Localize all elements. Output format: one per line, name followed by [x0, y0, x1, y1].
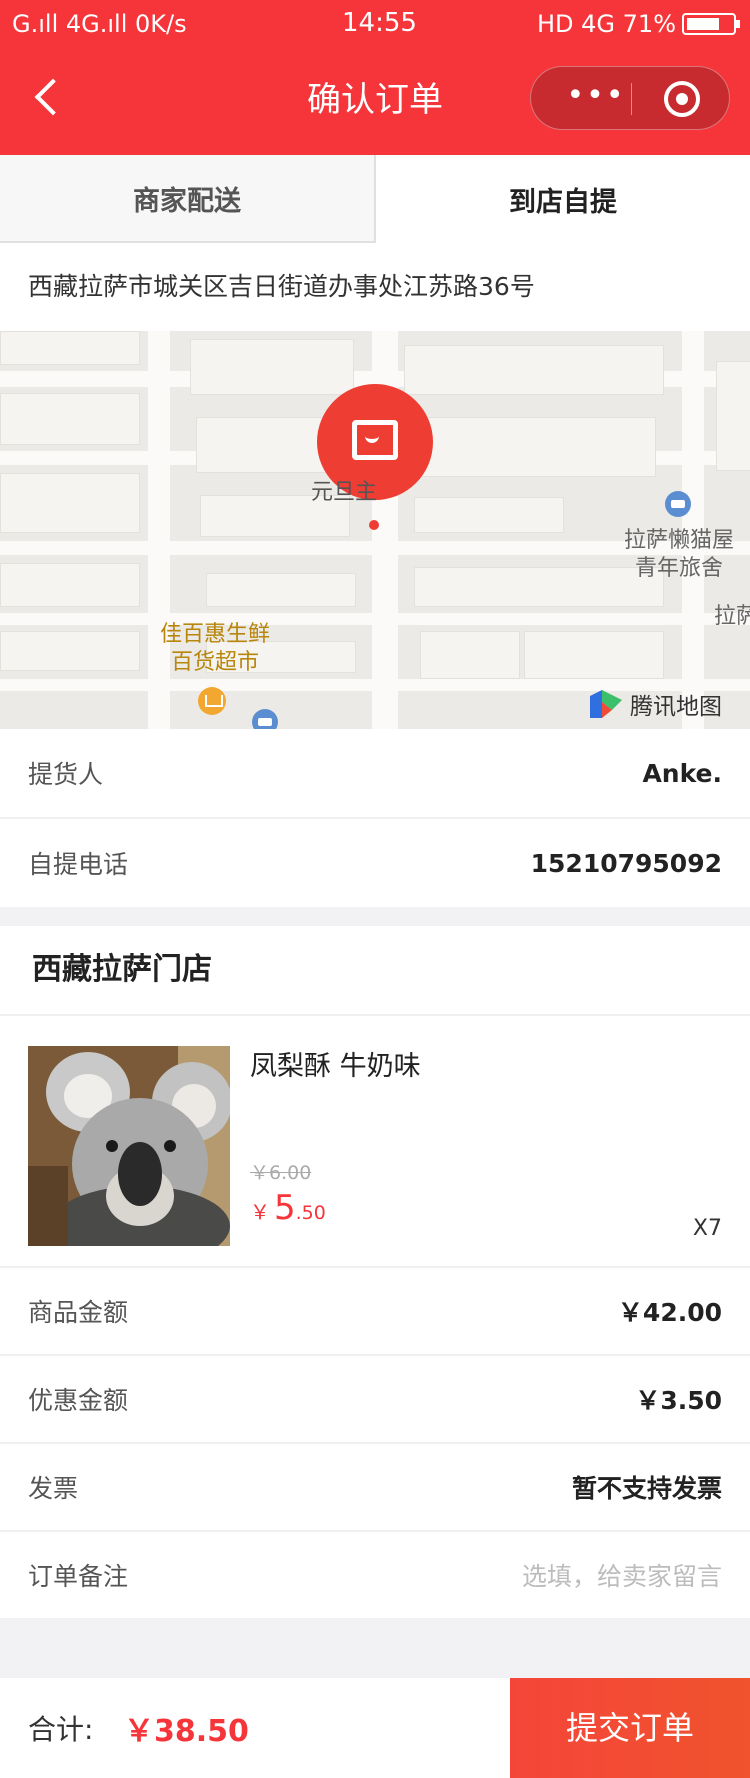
- total-label: 合计:: [28, 1713, 94, 1746]
- status-right: HD 4G 71%: [537, 10, 740, 38]
- marker-dot: [369, 520, 379, 530]
- map-block: [716, 361, 750, 471]
- product-item[interactable]: 凤梨酥 牛奶味 ￥6.00 ￥ 5.50 X7: [0, 1016, 750, 1266]
- poi-market-label: 佳百惠生鲜 百货超市: [140, 621, 290, 677]
- goods-amount-value: ￥42.00: [617, 1298, 722, 1327]
- pickup-phone-value: 15210795092: [530, 848, 722, 878]
- delivery-tabs: 商家配送 到店自提: [0, 155, 750, 243]
- goods-amount-row: 商品金额 ￥42.00: [0, 1268, 750, 1354]
- invoice-value: 暂不支持发票: [571, 1474, 722, 1503]
- discount-amount-row: 优惠金额 ￥3.50: [0, 1356, 750, 1442]
- invoice-row[interactable]: 发票 暂不支持发票: [0, 1444, 750, 1530]
- poi-hotel-line1: 拉萨懒猫屋: [623, 528, 734, 553]
- price-currency: ￥: [250, 1200, 270, 1224]
- map-block: [0, 631, 140, 671]
- map-block: [404, 345, 664, 395]
- map-block: [190, 339, 354, 395]
- price-decimal: .50: [295, 1202, 326, 1224]
- map-block: [420, 631, 520, 679]
- poi-hotel-label: 拉萨懒猫屋 青年旅舍: [604, 527, 750, 583]
- signal-status: G.ıll 4G.ıll 0K/s: [12, 10, 187, 38]
- poi-market-line2: 百货超市: [170, 650, 259, 675]
- pickup-phone-row: 自提电话 15210795092: [0, 819, 750, 907]
- discount-amount-label: 优惠金额: [28, 1386, 129, 1415]
- order-remark-row: 订单备注 选填，给卖家留言: [0, 1532, 750, 1618]
- battery-icon: [682, 13, 740, 35]
- goods-amount-label: 商品金额: [28, 1298, 129, 1327]
- product-name: 凤梨酥 牛奶味: [250, 1051, 421, 1082]
- koala-image: [28, 1046, 230, 1246]
- map-block: [0, 473, 140, 533]
- map-block: [0, 331, 140, 365]
- map-block: [416, 417, 656, 477]
- map-block: [0, 563, 140, 607]
- order-remark-input[interactable]: 选填，给卖家留言: [522, 1557, 722, 1593]
- map-block: [196, 417, 336, 473]
- tab-merchant-delivery[interactable]: 商家配送: [0, 155, 376, 243]
- pickup-person-value: Anke.: [642, 758, 722, 788]
- price-integer: 5: [274, 1188, 296, 1228]
- capsule-divider: [631, 83, 632, 115]
- navbar: 确认订单 •••: [0, 50, 750, 155]
- marker-label: 元旦主: [310, 480, 377, 505]
- status-bar: G.ıll 4G.ıll 0K/s 14:55 HD 4G 71%: [0, 0, 750, 50]
- product-quantity: X7: [692, 1216, 722, 1241]
- mini-program-capsule: •••: [530, 66, 730, 130]
- product-image: [28, 1046, 230, 1246]
- shopping-bag-icon: [352, 420, 398, 460]
- hotel-icon: [252, 709, 278, 729]
- tencent-map-logo-icon: [590, 690, 622, 718]
- map-block: [0, 393, 140, 445]
- clock: 14:55: [342, 8, 417, 38]
- more-dots-icon[interactable]: •••: [561, 77, 631, 121]
- map-block: [206, 573, 356, 607]
- target-circle-icon[interactable]: [664, 81, 700, 117]
- pickup-phone-label: 自提电话: [28, 850, 129, 879]
- tab-store-pickup[interactable]: 到店自提: [376, 155, 750, 243]
- pickup-person-label: 提货人: [28, 760, 104, 789]
- order-remark-label: 订单备注: [28, 1562, 129, 1591]
- hotel-icon: [665, 491, 691, 517]
- map-provider: 腾讯地图: [630, 694, 722, 720]
- submit-order-button[interactable]: 提交订单: [510, 1678, 750, 1778]
- store-name: 西藏拉萨门店: [0, 926, 750, 1014]
- map-block: [414, 497, 564, 533]
- invoice-label: 发票: [28, 1474, 79, 1503]
- pickup-person-row: 提货人 Anke.: [0, 729, 750, 817]
- map-view[interactable]: 元旦主 拉萨懒猫屋 青年旅舍 拉萨 佳百惠生鲜 百货超市 腾讯地图: [0, 331, 750, 729]
- discount-amount-value: ￥3.50: [635, 1386, 722, 1415]
- product-original-price: ￥6.00: [250, 1162, 312, 1184]
- total-value: ￥38.50: [124, 1714, 249, 1749]
- map-block: [524, 631, 664, 679]
- shop-icon: [198, 687, 226, 715]
- poi-market-line1: 佳百惠生鲜: [159, 622, 270, 647]
- edge-map-label: 拉萨: [714, 604, 750, 629]
- poi-hotel-line2: 青年旅舍: [634, 556, 723, 581]
- checkout-bar: 合计: ￥38.50 提交订单: [0, 1678, 750, 1778]
- store-address: 西藏拉萨市城关区吉日街道办事处江苏路36号: [0, 243, 750, 331]
- network-status: HD 4G 71%: [537, 10, 676, 38]
- product-price: ￥ 5.50: [250, 1188, 326, 1228]
